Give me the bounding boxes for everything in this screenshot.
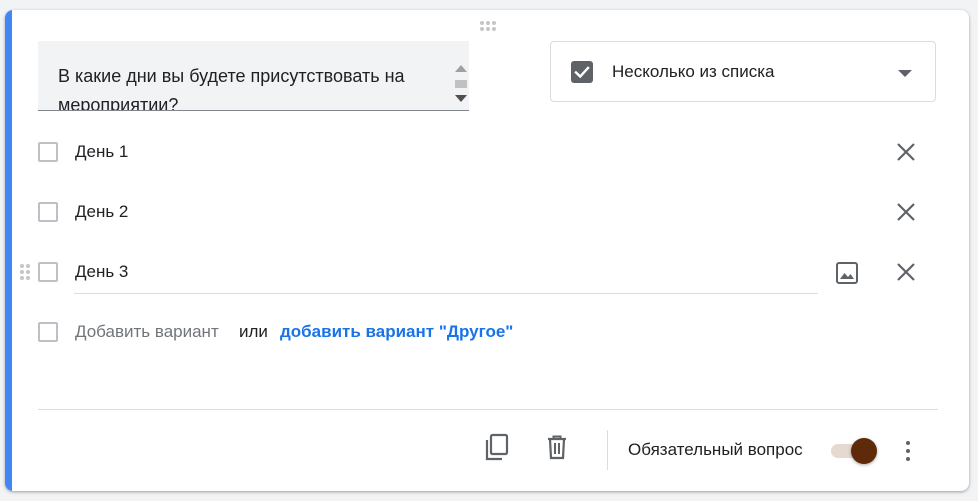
scroll-down-arrow-icon[interactable] [455, 95, 467, 102]
toggle-knob [851, 438, 877, 464]
copy-icon[interactable] [482, 432, 512, 462]
option-input-underline [74, 293, 818, 294]
question-type-dropdown[interactable]: Несколько из списка [550, 41, 936, 102]
add-option-row: Добавить вариант или добавить вариант "Д… [5, 312, 969, 352]
add-option-button[interactable]: Добавить вариант [75, 322, 219, 342]
active-card-accent [5, 10, 12, 491]
option-row: День 1 [5, 132, 969, 172]
required-toggle-label: Обязательный вопрос [628, 440, 803, 459]
card-drag-handle-icon[interactable] [478, 19, 498, 33]
option-checkbox [38, 202, 58, 222]
close-icon[interactable] [896, 142, 916, 162]
title-scrollbar[interactable] [452, 41, 469, 110]
option-row: День 2 [5, 192, 969, 232]
question-title-field[interactable]: В какие дни вы будете присутствовать на … [38, 41, 469, 111]
footer-divider [38, 409, 938, 410]
add-other-option-link[interactable]: добавить вариант "Другое" [280, 322, 513, 342]
more-vertical-icon[interactable] [898, 438, 918, 464]
option-row-active: День 3 [5, 252, 969, 294]
trash-icon[interactable] [542, 432, 572, 462]
drag-handle-icon[interactable] [20, 264, 30, 282]
or-text: или [239, 322, 268, 341]
option-label[interactable]: День 2 [75, 202, 128, 222]
option-label[interactable]: День 3 [75, 262, 128, 282]
question-type-label: Несколько из списка [612, 62, 775, 81]
question-card[interactable]: В какие дни вы будете присутствовать на … [5, 10, 969, 491]
scroll-thumb[interactable] [455, 80, 467, 88]
footer-separator [607, 430, 608, 470]
option-checkbox [38, 262, 58, 282]
option-label[interactable]: День 1 [75, 142, 128, 162]
checkbox-checked-icon [571, 61, 593, 83]
scroll-up-arrow-icon[interactable] [455, 65, 467, 72]
option-checkbox [38, 142, 58, 162]
close-icon[interactable] [896, 262, 916, 282]
required-toggle[interactable] [831, 438, 879, 464]
image-icon[interactable] [835, 261, 859, 285]
chevron-down-icon [898, 70, 912, 77]
question-title-text[interactable]: В какие дни вы будете присутствовать на … [58, 62, 438, 110]
close-icon[interactable] [896, 202, 916, 222]
option-checkbox [38, 322, 58, 342]
